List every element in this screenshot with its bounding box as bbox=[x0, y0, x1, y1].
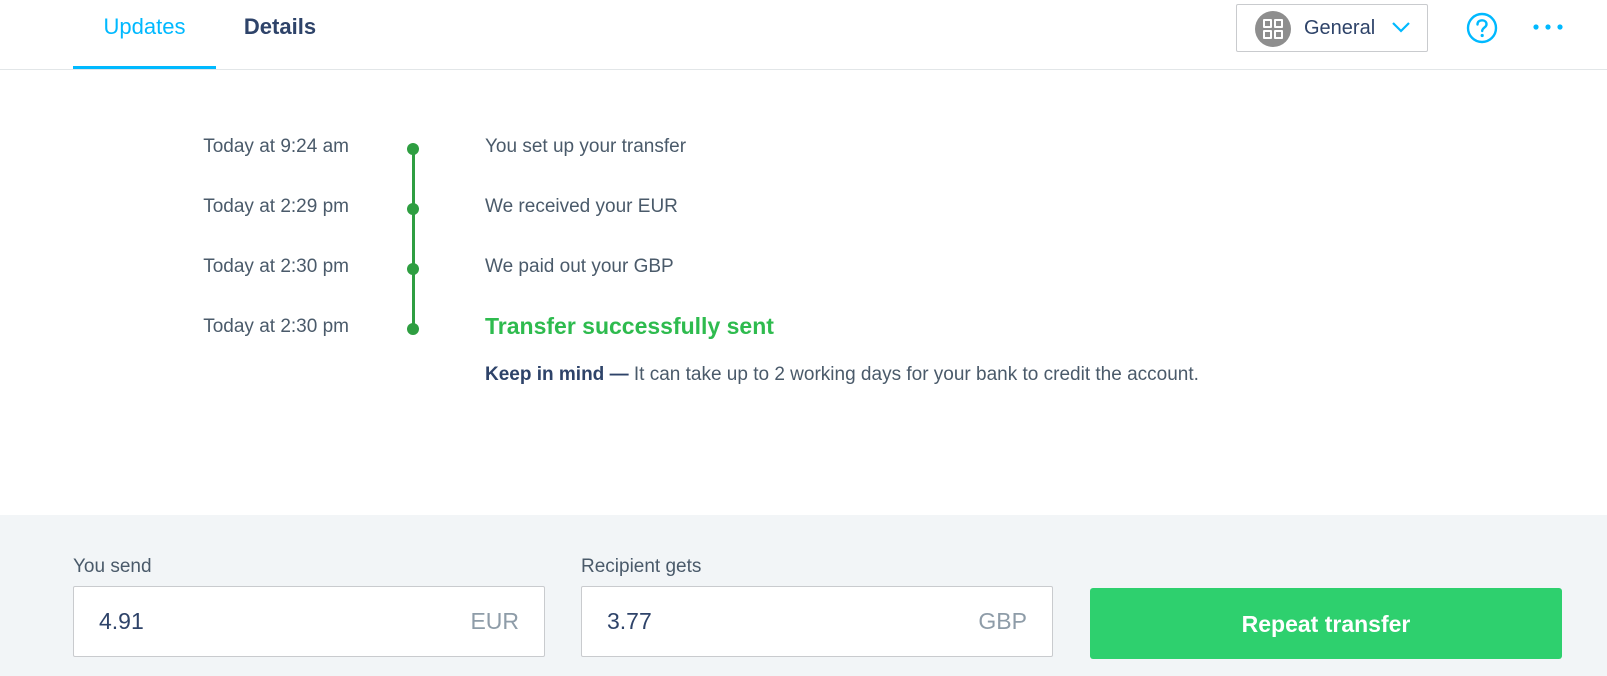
recipient-gets-label: Recipient gets bbox=[581, 556, 702, 577]
transfer-success-status: Transfer successfully sent bbox=[485, 313, 774, 339]
profile-label: General bbox=[1304, 17, 1376, 39]
you-send-label: You send bbox=[73, 556, 152, 577]
timeline-event-text: We paid out your GBP bbox=[485, 256, 674, 277]
keep-in-mind-note: Keep in mind — It can take up to 2 worki… bbox=[485, 364, 1199, 386]
tab-updates[interactable]: Updates bbox=[73, 0, 216, 69]
profile-grid-icon bbox=[1255, 11, 1291, 47]
timeline-dot bbox=[407, 203, 419, 215]
profile-selector[interactable]: General bbox=[1236, 4, 1428, 52]
note-text: It can take up to 2 working days for you… bbox=[628, 364, 1199, 385]
timeline-time: Today at 9:24 am bbox=[203, 136, 349, 157]
timeline-time: Today at 2:30 pm bbox=[203, 256, 349, 277]
send-amount: 4.91 bbox=[99, 608, 144, 634]
chevron-down-icon bbox=[1392, 22, 1410, 33]
timeline-time: Today at 2:29 pm bbox=[203, 196, 349, 217]
timeline-line bbox=[412, 149, 415, 329]
transfer-timeline: Today at 9:24 am You set up your transfe… bbox=[0, 70, 1607, 515]
repeat-transfer-panel: You send 4.91 EUR Recipient gets 3.77 GB… bbox=[0, 515, 1607, 676]
send-currency: EUR bbox=[470, 608, 519, 634]
repeat-transfer-button[interactable]: Repeat transfer bbox=[1090, 588, 1562, 659]
recipient-gets-field[interactable]: 3.77 GBP bbox=[581, 586, 1053, 657]
timeline-dot bbox=[407, 323, 419, 335]
you-send-field[interactable]: 4.91 EUR bbox=[73, 586, 545, 657]
note-heading: Keep in mind — bbox=[485, 364, 629, 385]
top-bar: Updates Details General bbox=[0, 0, 1607, 70]
help-circle-icon[interactable] bbox=[1466, 12, 1498, 44]
timeline-dot bbox=[407, 143, 419, 155]
receive-currency: GBP bbox=[978, 608, 1027, 634]
timeline-time: Today at 2:30 pm bbox=[203, 316, 349, 337]
timeline-dot bbox=[407, 263, 419, 275]
receive-amount: 3.77 bbox=[607, 608, 652, 634]
tab-details[interactable]: Details bbox=[216, 0, 344, 69]
timeline-event-text: You set up your transfer bbox=[485, 136, 687, 157]
timeline-event-text: We received your EUR bbox=[485, 196, 678, 217]
more-dots-icon[interactable] bbox=[1531, 17, 1565, 37]
